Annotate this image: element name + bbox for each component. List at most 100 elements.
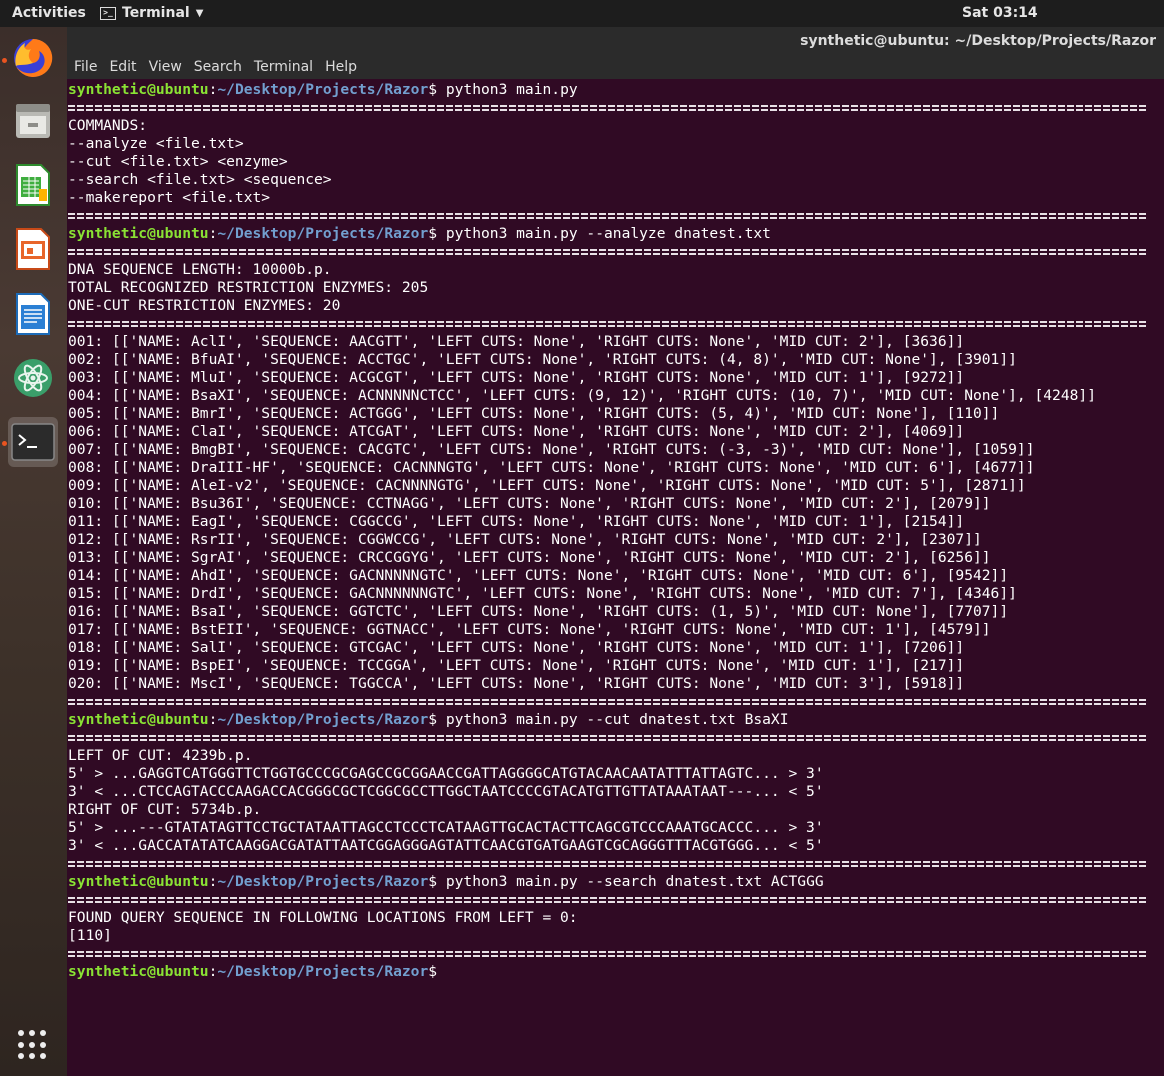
prompt-line: synthetic@ubuntu:~/Desktop/Projects/Razo… bbox=[68, 873, 1096, 891]
window-title: synthetic@ubuntu: ~/Desktop/Projects/Raz… bbox=[800, 33, 1156, 49]
output-line: 014: [['NAME: AhdI', 'SEQUENCE: GACNNNNN… bbox=[68, 567, 1009, 584]
command-text: python3 main.py bbox=[437, 81, 578, 98]
atom-launcher[interactable] bbox=[8, 353, 58, 403]
menu-view[interactable]: View bbox=[149, 56, 182, 79]
prompt-dollar: $ bbox=[428, 963, 438, 980]
separator-line bbox=[68, 99, 1148, 117]
impress-launcher[interactable] bbox=[8, 224, 58, 274]
writer-icon bbox=[16, 293, 50, 335]
output-line: 3' < ...GACCATATATCAAGGACGATATTAATCGGAGG… bbox=[68, 837, 824, 854]
firefox-launcher[interactable] bbox=[8, 33, 58, 83]
prompt-line: synthetic@ubuntu:~/Desktop/Projects/Razo… bbox=[68, 711, 1096, 729]
separator-line bbox=[68, 693, 1148, 711]
menu-help[interactable]: Help bbox=[325, 56, 357, 79]
output-line: --cut <file.txt> <enzyme> bbox=[68, 153, 288, 170]
app-menu-label: Terminal bbox=[122, 5, 190, 21]
menu-file[interactable]: File bbox=[74, 56, 97, 79]
prompt-user: synthetic@ubuntu bbox=[68, 963, 209, 980]
prompt-line: synthetic@ubuntu:~/Desktop/Projects/Razo… bbox=[68, 81, 1096, 99]
output-line: LEFT OF CUT: 4239b.p. bbox=[68, 747, 253, 764]
terminal-launcher[interactable] bbox=[8, 417, 58, 467]
app-menu-button[interactable]: >_ Terminal ▼ bbox=[100, 5, 203, 21]
files-icon bbox=[16, 104, 50, 138]
files-launcher[interactable] bbox=[8, 95, 58, 145]
output-line: COMMANDS: bbox=[68, 117, 148, 134]
terminal-lines: synthetic@ubuntu:~/Desktop/Projects/Razo… bbox=[68, 81, 1148, 981]
prompt-dollar: $ bbox=[428, 873, 438, 890]
writer-launcher[interactable] bbox=[8, 289, 58, 339]
output-line: --makereport <file.txt> bbox=[68, 189, 271, 206]
impress-icon bbox=[16, 228, 50, 270]
output-line: 001: [['NAME: AclI', 'SEQUENCE: AACGTT',… bbox=[68, 333, 965, 350]
output-line: 015: [['NAME: DrdI', 'SEQUENCE: GACNNNNN… bbox=[68, 585, 1017, 602]
top-bar: Activities >_ Terminal ▼ Sat 03:14 bbox=[0, 0, 1164, 27]
output-line: 013: [['NAME: SgrAI', 'SEQUENCE: CRCCGGY… bbox=[68, 549, 991, 566]
app-grid-icon[interactable] bbox=[18, 1030, 48, 1060]
output-line: 020: [['NAME: MscI', 'SEQUENCE: TGGCCA',… bbox=[68, 675, 965, 692]
output-line: 3' < ...CTCCAGTACCCAAGACCACGGGCGCTCGGCGC… bbox=[68, 783, 824, 800]
separator-line bbox=[68, 243, 1148, 261]
prompt-path: ~/Desktop/Projects/Razor bbox=[217, 225, 429, 242]
output-line: ONE-CUT RESTRICTION ENZYMES: 20 bbox=[68, 297, 341, 314]
prompt-user: synthetic@ubuntu bbox=[68, 711, 209, 728]
separator-line bbox=[68, 315, 1148, 333]
output-line: 5' > ...---GTATATAGTTCCTGCTATAATTAGCCTCC… bbox=[68, 819, 824, 836]
terminal-small-icon: >_ bbox=[100, 6, 116, 20]
separator-line bbox=[68, 207, 1148, 225]
menu-edit[interactable]: Edit bbox=[109, 56, 136, 79]
calc-launcher[interactable] bbox=[8, 160, 58, 210]
activities-button[interactable]: Activities bbox=[12, 5, 86, 21]
output-line: 002: [['NAME: BfuAI', 'SEQUENCE: ACCTGC'… bbox=[68, 351, 1017, 368]
separator-line bbox=[68, 945, 1148, 963]
output-line: FOUND QUERY SEQUENCE IN FOLLOWING LOCATI… bbox=[68, 909, 578, 926]
prompt-path: ~/Desktop/Projects/Razor bbox=[217, 963, 429, 980]
prompt-dollar: $ bbox=[428, 711, 438, 728]
prompt-dollar: $ bbox=[428, 81, 438, 98]
output-line: DNA SEQUENCE LENGTH: 10000b.p. bbox=[68, 261, 332, 278]
terminal-icon bbox=[11, 423, 55, 461]
output-line: 005: [['NAME: BmrI', 'SEQUENCE: ACTGGG',… bbox=[68, 405, 1000, 422]
output-line: RIGHT OF CUT: 5734b.p. bbox=[68, 801, 262, 818]
prompt-user: synthetic@ubuntu bbox=[68, 873, 209, 890]
terminal-output[interactable]: synthetic@ubuntu:~/Desktop/Projects/Razo… bbox=[67, 79, 1164, 1076]
running-indicator bbox=[2, 441, 7, 446]
output-line: 016: [['NAME: BsaI', 'SEQUENCE: GGTCTC',… bbox=[68, 603, 1009, 620]
output-line: 006: [['NAME: ClaI', 'SEQUENCE: ATCGAT',… bbox=[68, 423, 965, 440]
prompt-path: ~/Desktop/Projects/Razor bbox=[217, 81, 429, 98]
output-line: 008: [['NAME: DraIII-HF', 'SEQUENCE: CAC… bbox=[68, 459, 1035, 476]
output-line: 5' > ...GAGGTCATGGGTTCTGGTGCCCGCGAGCCGCG… bbox=[68, 765, 824, 782]
output-line: 018: [['NAME: SalI', 'SEQUENCE: GTCGAC',… bbox=[68, 639, 965, 656]
menu-terminal[interactable]: Terminal bbox=[254, 56, 313, 79]
output-line: [110] bbox=[68, 927, 112, 944]
output-line: --analyze <file.txt> bbox=[68, 135, 244, 152]
output-line: 003: [['NAME: MluI', 'SEQUENCE: ACGCGT',… bbox=[68, 369, 965, 386]
prompt-dollar: $ bbox=[428, 225, 438, 242]
chevron-down-icon: ▼ bbox=[195, 7, 204, 19]
menu-search[interactable]: Search bbox=[194, 56, 242, 79]
separator-line bbox=[68, 891, 1148, 909]
output-line: 017: [['NAME: BstEII', 'SEQUENCE: GGTNAC… bbox=[68, 621, 991, 638]
atom-icon bbox=[14, 359, 52, 397]
prompt-path: ~/Desktop/Projects/Razor bbox=[217, 711, 429, 728]
output-line: TOTAL RECOGNIZED RESTRICTION ENZYMES: 20… bbox=[68, 279, 429, 296]
terminal-titlebar[interactable]: synthetic@ubuntu: ~/Desktop/Projects/Raz… bbox=[67, 27, 1164, 56]
command-text: python3 main.py --search dnatest.txt ACT… bbox=[437, 873, 824, 890]
prompt-line: synthetic@ubuntu:~/Desktop/Projects/Razo… bbox=[68, 225, 1096, 243]
output-line: 009: [['NAME: AleI-v2', 'SEQUENCE: CACNN… bbox=[68, 477, 1026, 494]
output-line: 012: [['NAME: RsrII', 'SEQUENCE: CGGWCCG… bbox=[68, 531, 982, 548]
dock bbox=[0, 27, 67, 1076]
separator-line bbox=[68, 855, 1148, 873]
prompt-path: ~/Desktop/Projects/Razor bbox=[217, 873, 429, 890]
separator-line bbox=[68, 729, 1148, 747]
output-line: 004: [['NAME: BsaXI', 'SEQUENCE: ACNNNNN… bbox=[68, 387, 1096, 404]
prompt-user: synthetic@ubuntu bbox=[68, 81, 209, 98]
command-text: python3 main.py --analyze dnatest.txt bbox=[437, 225, 771, 242]
prompt-user: synthetic@ubuntu bbox=[68, 225, 209, 242]
prompt-line: synthetic@ubuntu:~/Desktop/Projects/Razo… bbox=[68, 963, 1096, 981]
firefox-icon bbox=[14, 38, 53, 77]
output-line: 007: [['NAME: BmgBI', 'SEQUENCE: CACGTC'… bbox=[68, 441, 1035, 458]
clock[interactable]: Sat 03:14 bbox=[962, 5, 1038, 21]
running-indicator bbox=[2, 58, 7, 63]
terminal-menubar: File Edit View Search Terminal Help bbox=[67, 56, 1164, 79]
output-line: 019: [['NAME: BspEI', 'SEQUENCE: TCCGGA'… bbox=[68, 657, 965, 674]
